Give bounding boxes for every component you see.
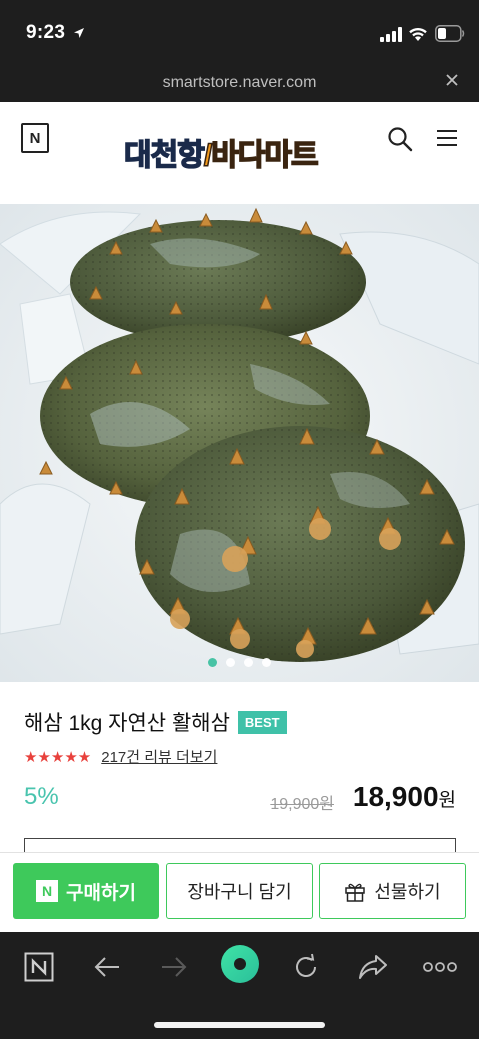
option-box-edge	[24, 838, 456, 852]
carousel-dot[interactable]	[244, 658, 253, 667]
signal-icon	[380, 27, 402, 42]
product-image	[0, 204, 479, 682]
wifi-icon	[409, 27, 427, 41]
star-rating: ★★★★★	[24, 748, 92, 766]
buy-button-label: 구매하기	[66, 882, 136, 904]
share-button[interactable]	[356, 950, 390, 984]
naver-home-button[interactable]	[22, 950, 56, 984]
refresh-button[interactable]	[289, 950, 323, 984]
carousel-dot[interactable]	[262, 658, 271, 667]
gift-button[interactable]: 선물하기	[319, 863, 466, 919]
cart-button-label: 장바구니 담기	[187, 882, 292, 902]
store-logo-part2: 바다마트	[210, 138, 319, 173]
forward-button[interactable]	[157, 950, 191, 984]
best-badge: BEST	[237, 710, 287, 734]
home-indicator[interactable]	[154, 1022, 325, 1028]
more-button[interactable]	[422, 950, 458, 984]
buy-button[interactable]: N 구매하기	[13, 863, 159, 919]
original-price: 19,900원	[270, 796, 334, 813]
status-bar: 9:23	[0, 0, 479, 66]
more-icon	[423, 962, 457, 972]
battery-icon	[435, 25, 465, 42]
green-dot-icon	[221, 945, 259, 983]
back-button[interactable]	[90, 950, 124, 984]
product-title-row: 해삼 1kg 자연산 활해삼 BEST	[24, 707, 287, 737]
location-arrow-icon	[74, 28, 84, 38]
browser-url-bar: smartstore.naver.com	[0, 66, 479, 102]
product-image-carousel[interactable]	[0, 204, 479, 682]
rating-row: ★★★★★ 217건 리뷰 더보기	[24, 746, 217, 767]
store-header: N 대천항/바다마트	[0, 102, 479, 202]
store-logo-part1: 대천항	[123, 138, 205, 173]
naver-pay-icon: N	[36, 880, 59, 902]
share-icon	[359, 955, 387, 979]
cart-button[interactable]: 장바구니 담기	[166, 863, 313, 919]
discount-rate: 5%	[24, 783, 59, 810]
menu-icon[interactable]	[436, 128, 458, 148]
currency: 원	[438, 790, 456, 811]
refresh-icon	[296, 953, 316, 977]
naver-n-icon	[24, 952, 54, 982]
product-title: 해삼 1kg 자연산 활해삼	[24, 712, 230, 735]
back-arrow-icon	[94, 957, 119, 977]
carousel-dot[interactable]	[208, 658, 217, 667]
price-row: 5% 19,900원 18,900원	[24, 781, 456, 815]
carousel-dots	[0, 658, 479, 667]
search-icon[interactable]	[387, 126, 413, 152]
forward-arrow-icon	[162, 957, 187, 977]
purchase-action-bar: N 구매하기 장바구니 담기 선물하기	[0, 852, 479, 932]
sale-price-value: 18,900	[352, 781, 439, 812]
close-icon[interactable]	[443, 71, 463, 91]
gift-icon	[345, 883, 366, 902]
review-link[interactable]: 217건 리뷰 더보기	[101, 746, 217, 767]
green-dot-button[interactable]	[220, 944, 260, 984]
store-logo[interactable]: 대천항/바다마트	[123, 130, 319, 173]
status-time: 9:23	[26, 22, 66, 43]
url-text[interactable]: smartstore.naver.com	[0, 74, 479, 92]
gift-button-label: 선물하기	[374, 882, 441, 902]
browser-bottom-bar	[0, 932, 479, 1039]
carousel-dot[interactable]	[226, 658, 235, 667]
sale-price: 18,900원	[353, 781, 456, 813]
naver-n-logo[interactable]: N	[21, 123, 49, 153]
